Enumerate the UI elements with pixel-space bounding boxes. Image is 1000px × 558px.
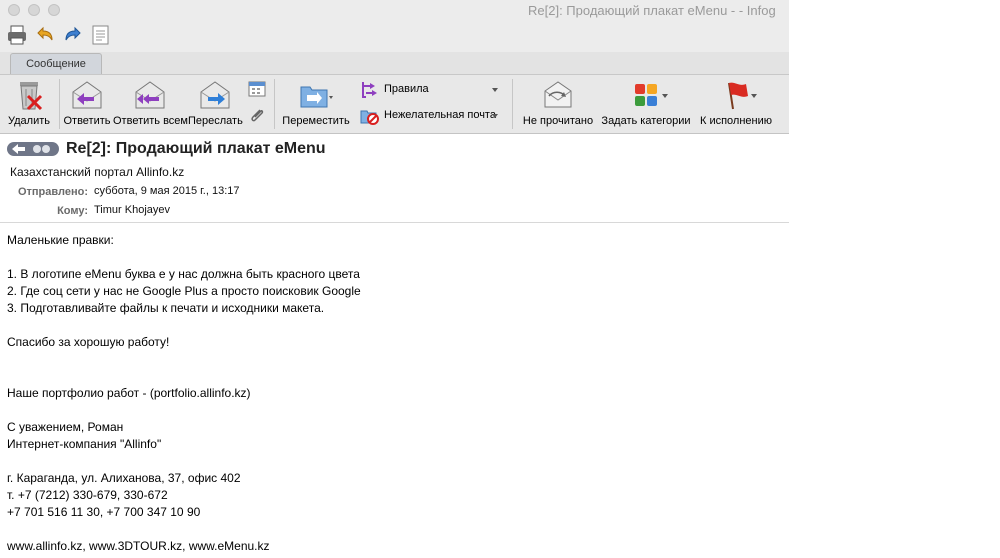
chevron-down-icon [492,114,498,118]
tab-message[interactable]: Сообщение [10,53,102,74]
message-sender[interactable]: Казахстанский портал Allinfo.kz [10,165,184,179]
body-line: 3. Подготавливайте файлы к печати и исхо… [7,301,325,315]
body-line: 1. В логотипе eMenu буква e у нас должна… [7,267,360,281]
conversation-arrows-icon [12,144,50,154]
conversation-nav[interactable] [7,142,59,156]
window-title: Re[2]: Продающий плакат eMenu - - Infog [528,3,776,18]
title-bar: Re[2]: Продающий плакат eMenu - - Infog [0,0,789,22]
ribbon-separator [274,79,275,129]
categories-icon [629,79,663,111]
quick-access-toolbar [0,22,789,52]
minimize-window-button[interactable] [28,4,40,16]
follow-up-button[interactable]: К исполнению [696,75,776,133]
forward-button[interactable]: Переслать [188,75,243,133]
delete-label: Удалить [8,115,50,127]
move-button[interactable]: Переместить [280,75,352,133]
move-label: Переместить [282,115,350,127]
junk-mail-label: Нежелательная почта [384,109,496,121]
body-line: Интернет-компания "Allinfo" [7,437,162,451]
redo-icon[interactable] [62,24,84,46]
chevron-down-icon [751,94,757,98]
body-line: Спасибо за хорошую работу! [7,335,170,349]
body-line: Наше портфолио работ - (portfolio.allinf… [7,386,251,400]
zoom-window-button[interactable] [48,4,60,16]
body-line [7,351,777,368]
body-line [7,317,777,334]
body-line: г. Караганда, ул. Алиханова, 37, офис 40… [7,471,241,485]
folder-move-icon [299,79,333,111]
follow-up-label: К исполнению [699,115,773,127]
body-line [7,453,777,470]
reply-button[interactable]: Ответить [62,75,112,133]
mark-unread-button[interactable]: Не прочитано [520,75,596,133]
forward-icon [198,79,232,111]
undo-icon[interactable] [34,24,56,46]
sent-label: Отправлено: [17,186,88,198]
categorize-label: Задать категории [601,115,691,127]
reply-all-label: Ответить всем [113,115,188,127]
chevron-down-icon [492,88,498,92]
ribbon: Удалить Ответить Ответить всем Переслать… [0,75,789,134]
body-line: т. +7 (7212) 330-679, 330-672 [7,488,168,502]
body-line [7,521,777,538]
attachment-icon[interactable] [248,107,266,125]
chevron-down-icon [662,94,668,98]
reply-all-button[interactable]: Ответить всем [113,75,188,133]
reply-label: Ответить [63,115,111,127]
rules-label: Правила [384,83,429,95]
body-line: 2. Где соц сети у нас не Google Plus а п… [7,284,361,298]
ribbon-tab-strip: Сообщение [0,52,789,75]
trash-icon [12,79,46,111]
message-header: Re[2]: Продающий плакат eMenu Казахстанс… [0,134,789,223]
mail-window: Re[2]: Продающий плакат eMenu - - Infog [0,0,789,558]
message-body: Маленькие правки: 1. В логотипе eMenu бу… [7,232,777,555]
categorize-button[interactable]: Задать категории [600,75,692,133]
calendar-icon[interactable] [248,79,266,97]
forward-label: Переслать [188,115,243,127]
sent-value: суббота, 9 мая 2015 г., 13:17 [94,185,240,197]
to-label: Кому: [57,205,88,217]
ribbon-separator [512,79,513,129]
envelope-unread-icon [541,79,575,111]
reply-all-icon [133,79,167,111]
delete-button[interactable]: Удалить [3,75,55,133]
close-window-button[interactable] [8,4,20,16]
body-line: С уважением, Роман [7,420,124,434]
rules-button[interactable]: Правила [360,80,500,100]
ribbon-separator [59,79,60,129]
body-line [7,368,777,385]
flag-icon [719,79,753,111]
body-line: +7 701 516 11 30, +7 700 347 10 90 [7,505,201,519]
body-line [7,249,777,266]
rules-icon [360,80,380,100]
to-value[interactable]: Timur Khojayev [94,204,170,216]
junk-mail-button[interactable]: Нежелательная почта [360,106,500,126]
body-line: www.allinfo.kz, www.3DTOUR.kz, www.eMenu… [7,539,270,553]
body-line: Маленькие правки: [7,233,114,247]
junk-mail-icon [360,106,380,126]
message-subject: Re[2]: Продающий плакат eMenu [66,140,326,157]
print-icon[interactable] [6,24,28,46]
body-line [7,402,777,419]
mark-unread-label: Не прочитано [522,115,594,127]
reply-icon [70,79,104,111]
customize-toolbar-icon[interactable] [90,24,112,46]
